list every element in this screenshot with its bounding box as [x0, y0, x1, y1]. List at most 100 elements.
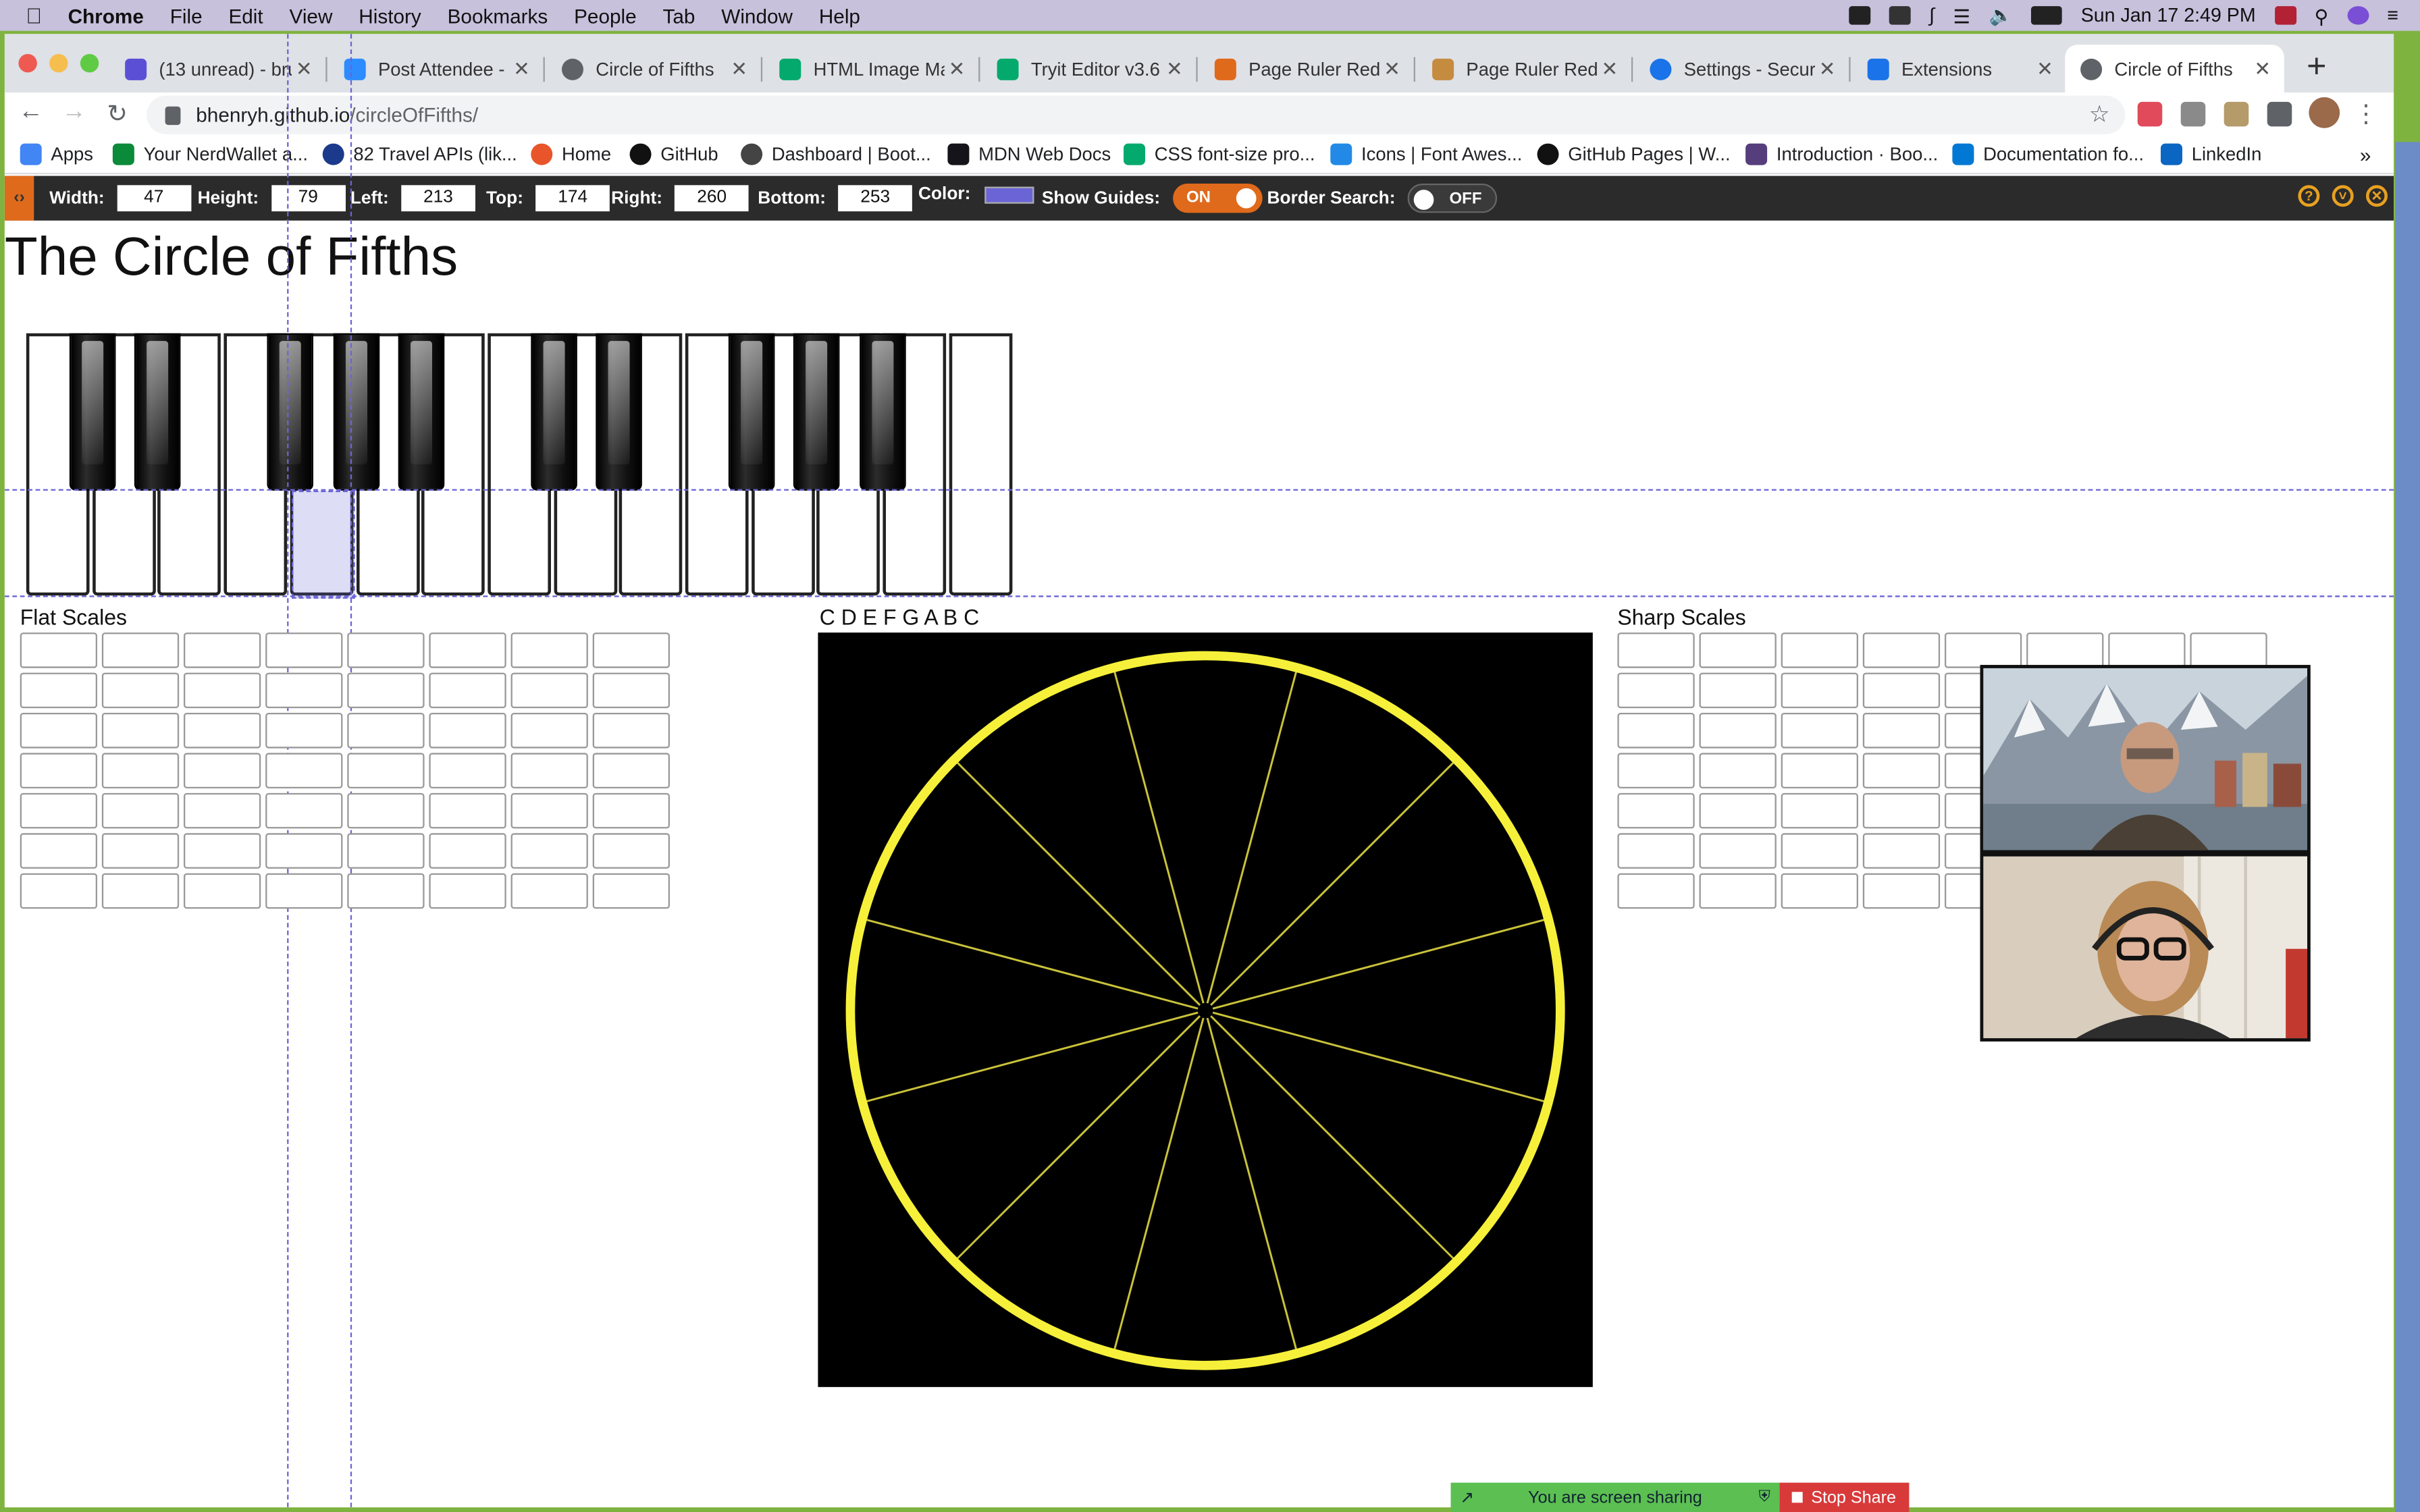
screen-record-icon[interactable]: [2137, 101, 2163, 127]
scale-cell[interactable]: [101, 632, 180, 668]
show-guides-toggle[interactable]: ON: [1172, 183, 1262, 213]
scale-cell[interactable]: [592, 792, 670, 829]
volume-icon[interactable]: 🔈: [1989, 4, 2014, 27]
scale-cell[interactable]: [347, 712, 425, 749]
scale-cell[interactable]: [347, 672, 425, 709]
scale-cell[interactable]: [347, 792, 425, 829]
bookmark-nerdwallet[interactable]: Your NerdWallet a...: [112, 143, 308, 165]
piano-black-key[interactable]: [728, 333, 774, 491]
close-icon[interactable]: ✕: [292, 56, 317, 81]
apple-icon[interactable]: : [0, 3, 68, 28]
siri-icon[interactable]: [2346, 6, 2369, 25]
scale-cell[interactable]: [101, 712, 180, 749]
scale-cell[interactable]: [429, 873, 506, 909]
scale-cell[interactable]: [1862, 712, 1941, 749]
scale-cell[interactable]: [265, 833, 343, 869]
address-bar[interactable]: bhenryh.github.io/circleOfFifths/ ☆: [147, 95, 2126, 134]
scale-cell[interactable]: [265, 712, 343, 749]
scale-cell[interactable]: [347, 833, 425, 869]
left-input[interactable]: 213: [401, 185, 475, 212]
bookmark-github-pages[interactable]: GitHub Pages | W...: [1537, 143, 1731, 165]
border-search-toggle[interactable]: OFF: [1407, 183, 1498, 213]
tab-zoom[interactable]: Post Attendee - ✕: [329, 45, 544, 92]
menu-people[interactable]: People: [574, 4, 637, 27]
tab-extensions[interactable]: Extensions ✕: [1852, 45, 2067, 92]
close-icon[interactable]: ✕: [727, 56, 752, 81]
scale-cell[interactable]: [265, 792, 343, 829]
scale-cell[interactable]: [1862, 873, 1941, 909]
scale-cell[interactable]: [592, 672, 670, 709]
participant-video-1[interactable]: [1983, 668, 2308, 850]
extension-off-icon[interactable]: [2180, 101, 2206, 127]
scale-cell[interactable]: [1862, 833, 1941, 869]
menubar-clock[interactable]: Sun Jan 17 2:49 PM: [2081, 5, 2256, 26]
scale-cell[interactable]: [1781, 792, 1858, 829]
scale-cell[interactable]: [429, 833, 506, 869]
scale-cell[interactable]: [1617, 632, 1695, 668]
video-call-panel[interactable]: [1980, 665, 2311, 1042]
scale-cell[interactable]: [1699, 672, 1777, 709]
piano-black-key[interactable]: [860, 333, 906, 491]
scale-cell[interactable]: [101, 833, 180, 869]
flag-icon[interactable]: [2274, 6, 2296, 25]
control-center-icon[interactable]: ≡: [2387, 5, 2398, 26]
scale-cell[interactable]: [183, 873, 261, 909]
scale-cell[interactable]: [1617, 672, 1695, 709]
scale-cell[interactable]: [1699, 833, 1777, 869]
page-ruler-logo-icon[interactable]: ‹›: [4, 176, 34, 221]
scale-cell[interactable]: [1617, 792, 1695, 829]
bookmark-linkedin[interactable]: LinkedIn: [2160, 143, 2261, 165]
scale-cell[interactable]: [592, 753, 670, 788]
tab-circle-of-fifths-active[interactable]: Circle of Fifths ✕: [2065, 45, 2284, 93]
scale-cell[interactable]: [20, 833, 97, 869]
scale-cell[interactable]: [510, 672, 588, 709]
piano-black-key[interactable]: [266, 333, 313, 491]
scale-cell[interactable]: [510, 632, 588, 668]
scale-cell[interactable]: [1781, 833, 1858, 869]
scale-cell[interactable]: [265, 753, 343, 788]
scale-cell[interactable]: [1862, 792, 1941, 829]
close-icon[interactable]: ✕: [1815, 56, 1840, 81]
piano-black-key[interactable]: [332, 333, 379, 491]
minimize-window-button[interactable]: [49, 53, 68, 73]
bookmark-home[interactable]: Home: [531, 143, 611, 165]
scale-cell[interactable]: [101, 753, 180, 788]
back-arrow-icon[interactable]: ←: [12, 99, 49, 126]
tab-tryit-editor[interactable]: Tryit Editor v3.6 ✕: [982, 45, 1196, 92]
help-icon[interactable]: ?: [2298, 185, 2320, 207]
scale-cell[interactable]: [1617, 833, 1695, 869]
piano-black-key[interactable]: [134, 333, 182, 491]
scale-cell[interactable]: [20, 712, 97, 749]
tab-settings[interactable]: Settings - Securi ✕: [1635, 45, 1849, 92]
height-input[interactable]: 79: [271, 185, 346, 212]
scale-cell[interactable]: [347, 753, 425, 788]
scale-cell[interactable]: [429, 672, 506, 709]
avatar[interactable]: [2309, 97, 2340, 128]
scale-cell[interactable]: [1617, 753, 1695, 788]
scale-cell[interactable]: [429, 712, 506, 749]
stop-share-button[interactable]: Stop Share: [1779, 1482, 1910, 1512]
piano-black-key[interactable]: [398, 333, 445, 491]
piano-black-key[interactable]: [596, 333, 643, 491]
scale-cell[interactable]: [429, 632, 506, 668]
scale-cell[interactable]: [1617, 712, 1695, 749]
puzzle-icon[interactable]: [2267, 101, 2292, 127]
bookmark-documentation[interactable]: Documentation fo...: [1952, 143, 2144, 165]
scale-cell[interactable]: [2108, 632, 2186, 668]
menu-help[interactable]: Help: [819, 4, 860, 27]
menu-history[interactable]: History: [359, 4, 421, 27]
bookmark-mdn[interactable]: MDN Web Docs: [947, 143, 1111, 165]
spotlight-search-icon[interactable]: ⚲: [2315, 4, 2329, 27]
scale-cell[interactable]: [183, 833, 261, 869]
scale-cell[interactable]: [592, 712, 670, 749]
bottom-input[interactable]: 253: [838, 185, 913, 212]
scale-cell[interactable]: [2190, 632, 2267, 668]
close-icon[interactable]: ✕: [2032, 56, 2057, 81]
scale-cell[interactable]: [510, 712, 588, 749]
scale-cell[interactable]: [20, 753, 97, 788]
tab-gmail[interactable]: (13 unread) - bru ✕: [109, 45, 325, 92]
screen-sharing-status[interactable]: ↗ You are screen sharing ⛨: [1450, 1482, 1780, 1512]
piano-black-key[interactable]: [530, 333, 577, 491]
scale-cell[interactable]: [101, 873, 180, 909]
scale-cell[interactable]: [1781, 753, 1858, 788]
